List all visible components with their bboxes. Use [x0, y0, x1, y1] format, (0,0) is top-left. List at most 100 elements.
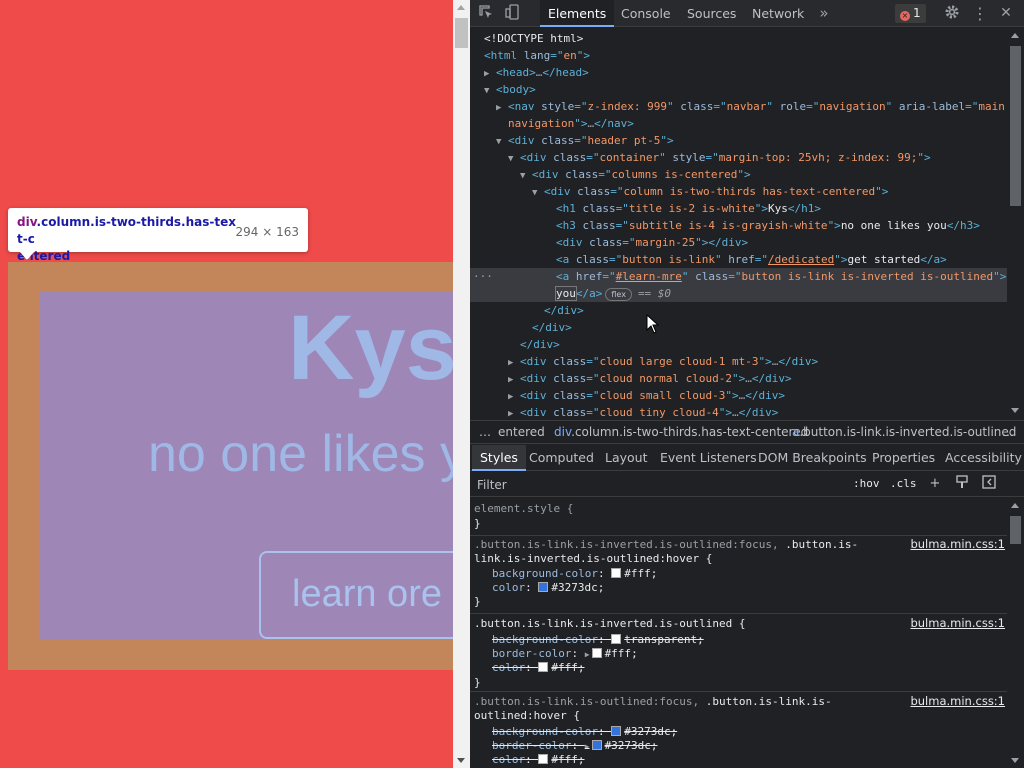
dom-node-nav[interactable]: ▶ <nav style="z-index: 999" class="navbar…	[470, 98, 1007, 115]
dom-node-close-container[interactable]: </div>	[470, 336, 1007, 353]
flex-badge[interactable]: flex	[605, 288, 632, 301]
double-chevron-icon[interactable]: »	[814, 4, 834, 23]
dom-node-cloud-3[interactable]: ▶ <div class="cloud small cloud-3">…</div…	[470, 387, 1007, 404]
scroll-down-icon[interactable]	[457, 758, 465, 763]
rule-selector[interactable]: .button.is-link.is-inverted.is-outlined …	[474, 616, 746, 631]
sidebar-toggle-icon[interactable]	[980, 475, 998, 493]
dom-node-column[interactable]: ▼ <div class="column is-two-thirds has-te…	[470, 183, 1007, 200]
scroll-down-icon[interactable]	[1011, 758, 1019, 763]
breadcrumb-overflow-end[interactable]: …	[1002, 421, 1014, 443]
css-declaration-overridden[interactable]: background-color: #3273dc;	[492, 724, 677, 739]
dom-node-margin-div[interactable]: <div class="margin-25"></div>	[470, 234, 1007, 251]
tab-accessibility[interactable]: Accessibility	[945, 445, 1022, 471]
expand-arrow-icon[interactable]: ▶	[508, 406, 520, 418]
tab-event-listeners[interactable]: Event Listeners	[660, 445, 757, 471]
rule-selector-cont[interactable]: outlined:hover {	[474, 708, 580, 723]
page-scrollbar-thumb[interactable]	[455, 18, 468, 48]
paint-brush-icon[interactable]	[953, 475, 971, 493]
dom-node-doctype[interactable]: <!DOCTYPE html>	[470, 30, 1007, 47]
color-swatch[interactable]	[591, 740, 602, 750]
class-toggle[interactable]: .cls	[890, 477, 917, 490]
dom-scrollbar-thumb[interactable]	[1010, 46, 1021, 206]
dom-node-header[interactable]: ▼ <div class="header pt-5">	[470, 132, 1007, 149]
rule-selector-cont[interactable]: link.is-inverted.is-outlined:hover {	[474, 551, 712, 566]
color-swatch[interactable]	[611, 634, 622, 644]
tab-layout[interactable]: Layout	[605, 445, 648, 471]
dom-node-a-selected-text[interactable]: you</a> flex == $0	[470, 285, 1007, 302]
breadcrumb-item-entered[interactable]: entered	[498, 421, 545, 443]
breadcrumb-overflow[interactable]: …	[479, 421, 491, 443]
color-swatch[interactable]	[538, 582, 549, 592]
tab-sources[interactable]: Sources	[687, 0, 736, 27]
rule-source-link[interactable]: bulma.min.css:1	[910, 616, 1005, 630]
styles-filter-input[interactable]	[474, 475, 846, 494]
dom-node-h1[interactable]: <h1 class="title is-2 is-white">Kys</h1>	[470, 200, 1007, 217]
tab-styles[interactable]: Styles	[472, 445, 526, 471]
color-swatch[interactable]	[611, 568, 622, 578]
css-declaration-overridden[interactable]: color: #fff;	[492, 752, 585, 767]
dom-node-body[interactable]: ▼ <body>	[470, 81, 1007, 98]
dom-node-html[interactable]: <html lang="en">	[470, 47, 1007, 64]
breadcrumb-item-column[interactable]: div.column.is-two-thirds.has-text-center…	[554, 421, 808, 443]
color-swatch[interactable]	[538, 662, 549, 672]
dom-node-h3[interactable]: <h3 class="subtitle is-4 is-grayish-whit…	[470, 217, 1007, 234]
new-rule-icon[interactable]: +	[926, 475, 944, 493]
scroll-down-icon[interactable]	[1011, 408, 1019, 413]
error-icon: ×	[900, 11, 910, 21]
tab-dom-breakpoints[interactable]: DOM Breakpoints	[758, 445, 867, 471]
color-swatch[interactable]	[538, 754, 549, 764]
close-icon[interactable]: ✕	[996, 4, 1016, 23]
breadcrumb-item-button[interactable]: a.button.is-link.is-inverted.is-outlined	[792, 421, 1016, 443]
dom-tree-scrollbar[interactable]	[1007, 28, 1024, 418]
expand-shorthand-icon[interactable]: ▶	[585, 742, 590, 751]
more-options-icon[interactable]: ···	[473, 268, 493, 285]
tab-computed[interactable]: Computed	[529, 445, 594, 471]
error-count-badge[interactable]: × 1	[895, 4, 926, 23]
devtools-tabbar: Elements Console Sources Network » × 1 ⋮ …	[470, 0, 1024, 27]
rule-source-link[interactable]: bulma.min.css:1	[910, 694, 1005, 708]
dom-node-cloud-2[interactable]: ▶ <div class="cloud normal cloud-2">…</di…	[470, 370, 1007, 387]
expand-shorthand-icon[interactable]: ▶	[585, 650, 590, 659]
dom-node-cloud-1[interactable]: ▶ <div class="cloud large cloud-1 mt-3">……	[470, 353, 1007, 370]
css-declaration[interactable]: background-color: #fff;	[492, 566, 657, 581]
dom-node-a-selected[interactable]: ··· <a href="#learn-mre" class="button is…	[470, 268, 1007, 285]
css-declaration[interactable]: color: #3273dc;	[492, 580, 604, 595]
tab-network[interactable]: Network	[752, 0, 804, 27]
page-scrollbar[interactable]	[453, 0, 470, 768]
dom-node-cloud-4[interactable]: ▶ <div class="cloud tiny cloud-4">…</div>	[470, 404, 1007, 418]
rule-selector[interactable]: element.style {	[474, 501, 573, 516]
device-toolbar-icon[interactable]	[503, 4, 523, 23]
dom-node-a-get-started[interactable]: <a class="button is-link" href="/dedicat…	[470, 251, 1007, 268]
styles-subtabs: Styles Computed Layout Event Listeners D…	[470, 445, 1024, 471]
tab-properties[interactable]: Properties	[872, 445, 935, 471]
gear-icon[interactable]	[942, 4, 962, 23]
inspect-tooltip: div.column.is-two-thirds.has-text-c enter…	[8, 208, 308, 263]
scroll-up-icon[interactable]	[1011, 503, 1019, 508]
breadcrumb: … entered div.column.is-two-thirds.has-t…	[470, 420, 1024, 444]
styles-scrollbar[interactable]	[1007, 498, 1024, 768]
learn-more-button[interactable]: learn ore	[259, 551, 453, 639]
styles-scrollbar-thumb[interactable]	[1010, 516, 1021, 544]
dom-node-columns[interactable]: ▼ <div class="columns is-centered">	[470, 166, 1007, 183]
color-swatch[interactable]	[611, 726, 622, 736]
dom-node-container[interactable]: ▼ <div class="container" style="margin-to…	[470, 149, 1007, 166]
hover-state-toggle[interactable]: :hov	[853, 477, 880, 490]
inspect-element-icon[interactable]	[476, 4, 496, 23]
dom-node-close-column[interactable]: </div>	[470, 302, 1007, 319]
rule-selector[interactable]: .button.is-link.is-inverted.is-outlined:…	[474, 537, 858, 552]
rule-source-link[interactable]: bulma.min.css:1	[910, 537, 1005, 551]
dom-node-close-columns[interactable]: </div>	[470, 319, 1007, 336]
color-swatch[interactable]	[591, 648, 602, 658]
tab-elements[interactable]: Elements	[540, 0, 615, 27]
kebab-menu-icon[interactable]: ⋮	[970, 4, 990, 23]
scroll-up-icon[interactable]	[1011, 33, 1019, 38]
css-declaration-overridden[interactable]: border-color: ▶ #3273dc;	[492, 738, 658, 753]
css-declaration-overridden[interactable]: background-color: transparent;	[492, 632, 704, 647]
rule-selector[interactable]: .button.is-link.is-outlined:focus, .butt…	[474, 694, 832, 709]
tooltip-size: 294 × 163	[235, 225, 300, 239]
tab-console[interactable]: Console	[621, 0, 671, 27]
css-declaration-overridden[interactable]: color: #fff;	[492, 660, 585, 675]
dom-node-head[interactable]: ▶ <head>…</head>	[470, 64, 1007, 81]
css-declaration[interactable]: border-color: ▶ #fff;	[492, 646, 638, 661]
scroll-up-icon[interactable]	[457, 5, 465, 10]
